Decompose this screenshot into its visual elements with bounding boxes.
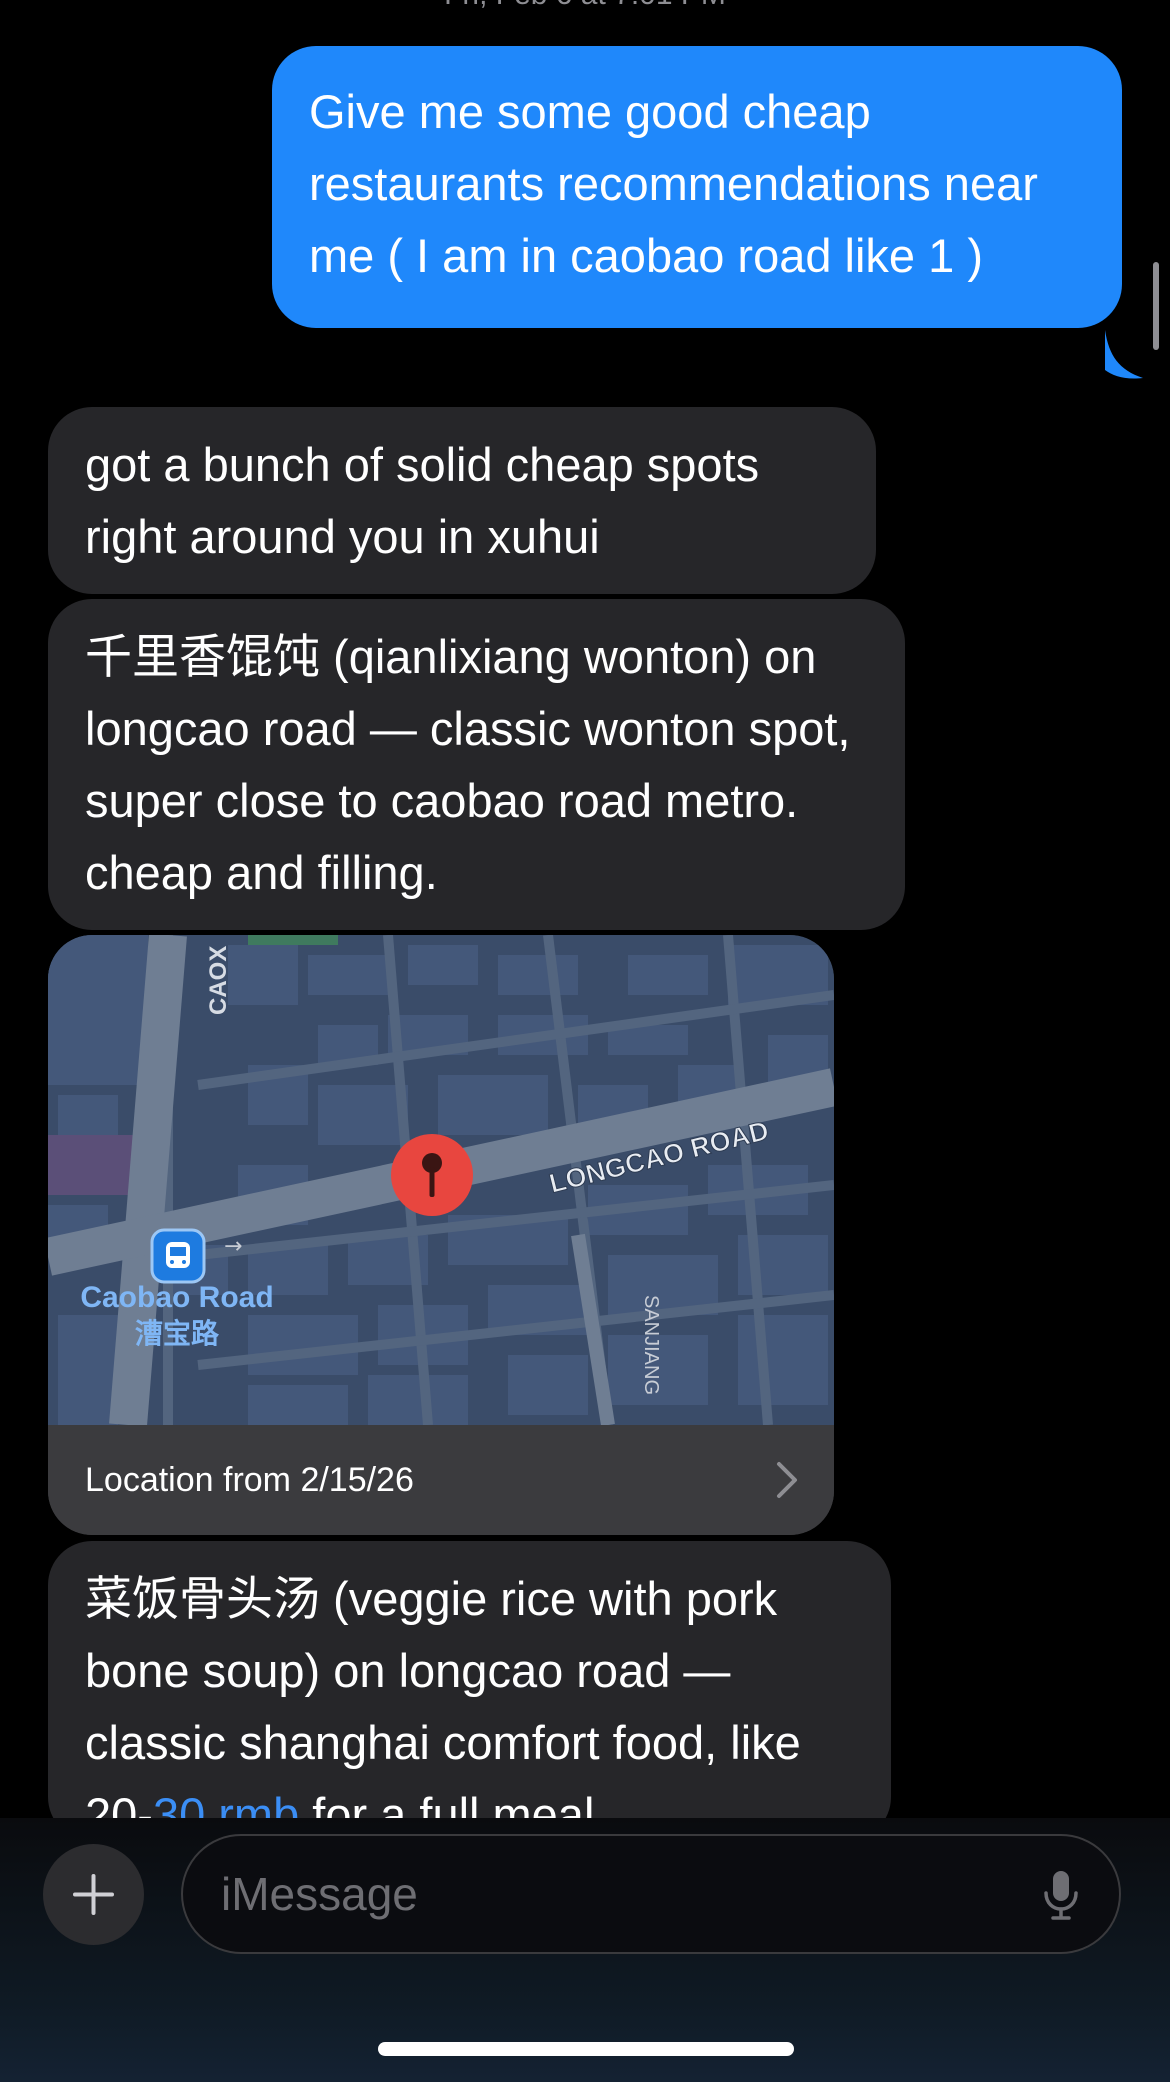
received-message-bubble[interactable]: 菜饭骨头汤 (veggie rice with pork bone soup) … bbox=[48, 1541, 891, 1841]
chevron-right-icon bbox=[777, 1462, 797, 1498]
map-street-label-side: SANJIANG bbox=[640, 1295, 662, 1395]
sent-message-bubble[interactable]: Give me some good cheap restaurants reco… bbox=[272, 46, 1122, 328]
received-message-text: 菜饭骨头汤 (veggie rice with pork bone soup) … bbox=[85, 1572, 801, 1841]
station-name-zh: 漕宝路 bbox=[135, 1317, 220, 1350]
sent-message-text: Give me some good cheap restaurants reco… bbox=[309, 85, 1038, 282]
map-arrow: → bbox=[224, 1234, 242, 1259]
sent-bubble-tail bbox=[1105, 330, 1143, 379]
microphone-icon[interactable] bbox=[1043, 1869, 1079, 1921]
location-date-label: Location from 2/15/26 bbox=[85, 1461, 414, 1499]
conversation-timestamp: Fri, Feb 6 at 7:01 PM bbox=[0, 0, 1170, 12]
map-preview[interactable]: CAOX LONGCAO ROAD SANJIANG → Caobao Road… bbox=[48, 935, 834, 1425]
station-name-en: Caobao Road bbox=[80, 1281, 273, 1314]
map-street-label-top: CAOX bbox=[205, 946, 232, 1015]
received-message-bubble[interactable]: got a bunch of solid cheap spots right a… bbox=[48, 407, 876, 594]
received-message-text: got a bunch of solid cheap spots right a… bbox=[85, 438, 760, 563]
message-input[interactable]: iMessage bbox=[181, 1834, 1121, 1954]
scroll-indicator[interactable] bbox=[1153, 262, 1159, 350]
location-pin-icon bbox=[391, 1134, 473, 1216]
received-message-text: 千里香馄饨 (qianlixiang wonton) on longcao ro… bbox=[85, 630, 851, 899]
received-message-bubble[interactable]: 千里香馄饨 (qianlixiang wonton) on longcao ro… bbox=[48, 599, 905, 930]
message-input-placeholder: iMessage bbox=[221, 1868, 418, 1920]
metro-station-icon bbox=[150, 1228, 206, 1284]
location-map-card[interactable]: CAOX LONGCAO ROAD SANJIANG → Caobao Road… bbox=[48, 935, 834, 1535]
add-attachment-button[interactable] bbox=[43, 1844, 144, 1945]
plus-icon bbox=[73, 1874, 114, 1915]
home-indicator[interactable] bbox=[378, 2042, 794, 2056]
map-footer[interactable]: Location from 2/15/26 bbox=[48, 1425, 834, 1535]
